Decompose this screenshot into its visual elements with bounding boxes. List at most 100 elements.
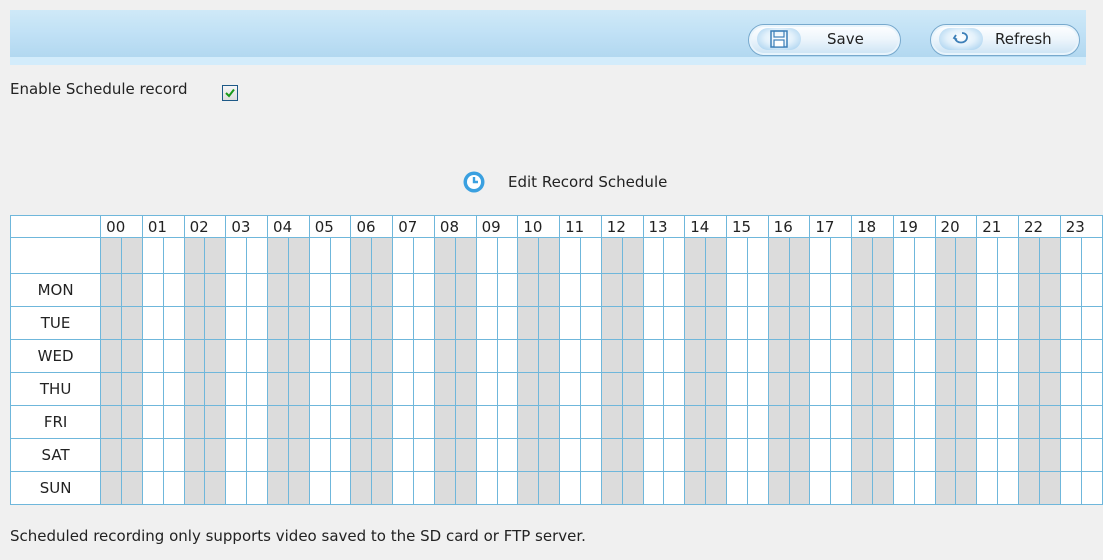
schedule-cell[interactable] [559, 471, 581, 505]
schedule-cell[interactable] [454, 372, 477, 406]
schedule-cell[interactable] [475, 471, 498, 505]
schedule-cell[interactable] [287, 405, 310, 439]
schedule-cell[interactable] [454, 306, 477, 340]
schedule-cell[interactable] [183, 471, 206, 505]
schedule-cell[interactable] [496, 339, 519, 373]
schedule-cell[interactable] [287, 372, 310, 406]
schedule-cell[interactable] [162, 237, 185, 274]
schedule-cell[interactable] [621, 438, 644, 472]
schedule-cell[interactable] [287, 237, 310, 274]
schedule-cell[interactable] [475, 339, 498, 373]
schedule-cell[interactable] [350, 273, 373, 307]
schedule-cell[interactable] [809, 438, 832, 472]
schedule-cell[interactable] [955, 405, 978, 439]
schedule-cell[interactable] [997, 438, 1019, 472]
schedule-cell[interactable] [329, 237, 352, 274]
schedule-cell[interactable] [600, 372, 623, 406]
schedule-cell[interactable] [287, 339, 310, 373]
schedule-cell[interactable] [308, 405, 331, 439]
schedule-cell[interactable] [684, 372, 707, 406]
schedule-cell[interactable] [851, 273, 873, 307]
schedule-cell[interactable] [246, 273, 269, 307]
schedule-cell[interactable] [913, 306, 936, 340]
schedule-cell[interactable] [350, 405, 373, 439]
schedule-cell[interactable] [371, 237, 394, 274]
schedule-cell[interactable] [1080, 438, 1103, 472]
schedule-cell[interactable] [976, 471, 999, 505]
schedule-cell[interactable] [1080, 372, 1103, 406]
schedule-cell[interactable] [559, 339, 581, 373]
schedule-cell[interactable] [830, 471, 853, 505]
schedule-cell[interactable] [329, 438, 352, 472]
schedule-cell[interactable] [433, 273, 456, 307]
schedule-cell[interactable] [350, 372, 373, 406]
schedule-cell[interactable] [746, 372, 769, 406]
schedule-cell[interactable] [538, 372, 561, 406]
schedule-cell[interactable] [517, 273, 540, 307]
schedule-cell[interactable] [705, 372, 727, 406]
schedule-cell[interactable] [141, 306, 164, 340]
schedule-cell[interactable] [1080, 471, 1103, 505]
schedule-cell[interactable] [600, 339, 623, 373]
schedule-cell[interactable] [871, 306, 894, 340]
schedule-cell[interactable] [538, 306, 561, 340]
schedule-cell[interactable] [204, 438, 227, 472]
schedule-cell[interactable] [1038, 405, 1061, 439]
schedule-cell[interactable] [705, 438, 727, 472]
schedule-cell[interactable] [371, 372, 394, 406]
schedule-cell[interactable] [350, 237, 373, 274]
schedule-cell[interactable] [684, 471, 707, 505]
schedule-cell[interactable] [579, 339, 602, 373]
schedule-cell[interactable] [204, 339, 227, 373]
schedule-cell[interactable] [725, 273, 748, 307]
schedule-cell[interactable] [475, 405, 498, 439]
schedule-cell[interactable] [684, 438, 707, 472]
schedule-cell[interactable] [1080, 405, 1103, 439]
schedule-cell[interactable] [287, 438, 310, 472]
schedule-cell[interactable] [141, 372, 164, 406]
schedule-cell[interactable] [1038, 471, 1061, 505]
schedule-cell[interactable] [1017, 405, 1040, 439]
schedule-cell[interactable] [1017, 339, 1040, 373]
schedule-cell[interactable] [413, 438, 435, 472]
schedule-cell[interactable] [871, 237, 894, 274]
schedule-cell[interactable] [913, 372, 936, 406]
schedule-cell[interactable] [809, 405, 832, 439]
schedule-cell[interactable] [579, 306, 602, 340]
schedule-cell[interactable] [267, 339, 289, 373]
schedule-cell[interactable] [246, 438, 269, 472]
schedule-cell[interactable] [809, 273, 832, 307]
schedule-cell[interactable] [621, 273, 644, 307]
schedule-cell[interactable] [809, 372, 832, 406]
schedule-cell[interactable] [955, 438, 978, 472]
schedule-cell[interactable] [976, 237, 999, 274]
schedule-cell[interactable] [579, 237, 602, 274]
schedule-cell[interactable] [579, 438, 602, 472]
schedule-cell[interactable] [1059, 438, 1082, 472]
schedule-cell[interactable] [746, 237, 769, 274]
schedule-cell[interactable] [538, 438, 561, 472]
schedule-cell[interactable] [559, 306, 581, 340]
schedule-cell[interactable] [746, 306, 769, 340]
schedule-cell[interactable] [830, 339, 853, 373]
schedule-cell[interactable] [830, 306, 853, 340]
schedule-cell[interactable] [934, 339, 957, 373]
schedule-cell[interactable] [663, 372, 686, 406]
schedule-cell[interactable] [267, 438, 289, 472]
schedule-cell[interactable] [100, 405, 123, 439]
schedule-cell[interactable] [121, 273, 143, 307]
schedule-cell[interactable] [308, 306, 331, 340]
schedule-cell[interactable] [475, 273, 498, 307]
schedule-cell[interactable] [183, 306, 206, 340]
schedule-cell[interactable] [308, 237, 331, 274]
schedule-cell[interactable] [725, 438, 748, 472]
schedule-cell[interactable] [454, 438, 477, 472]
schedule-cell[interactable] [621, 306, 644, 340]
schedule-cell[interactable] [788, 339, 811, 373]
schedule-cell[interactable] [1017, 306, 1040, 340]
schedule-cell[interactable] [1059, 372, 1082, 406]
schedule-cell[interactable] [830, 273, 853, 307]
schedule-cell[interactable] [663, 306, 686, 340]
schedule-cell[interactable] [559, 405, 581, 439]
schedule-cell[interactable] [767, 237, 790, 274]
